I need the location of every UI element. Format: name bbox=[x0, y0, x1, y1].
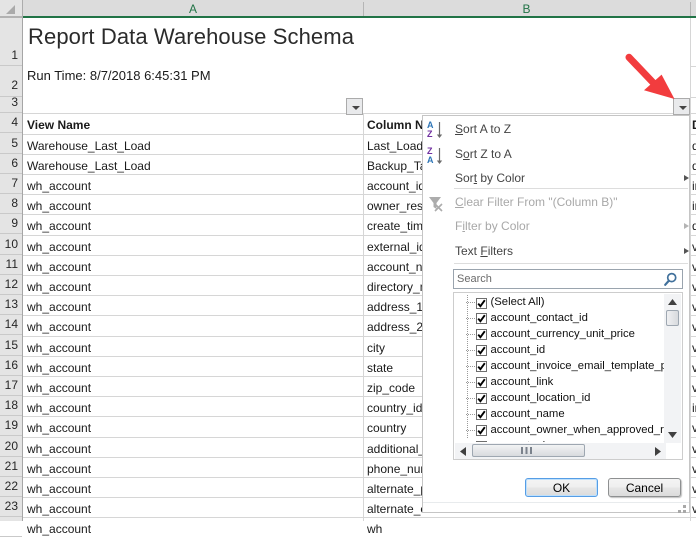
svg-text:Z: Z bbox=[427, 129, 433, 139]
svg-text:A: A bbox=[427, 155, 434, 165]
